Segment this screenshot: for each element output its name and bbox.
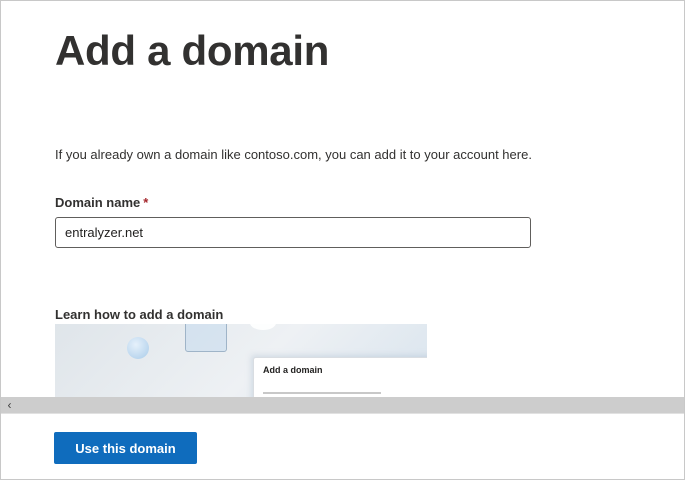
thumbnail-title: Add a domain — [263, 365, 323, 375]
thumbnail-window-preview: Add a domain — [253, 357, 427, 398]
decorative-bubble-small — [250, 324, 276, 330]
domain-name-input[interactable] — [55, 217, 531, 248]
app-window: Add a domain If you already own a domain… — [0, 0, 685, 480]
decorative-bubble — [127, 337, 149, 359]
learn-heading: Learn how to add a domain — [55, 307, 224, 322]
decorative-window — [185, 324, 227, 352]
intro-text: If you already own a domain like contoso… — [55, 147, 532, 162]
page-title: Add a domain — [55, 27, 330, 74]
horizontal-scrollbar[interactable]: ‹ — [1, 397, 684, 413]
domain-name-label-text: Domain name — [55, 195, 141, 210]
video-thumbnail[interactable]: Add a domain — [55, 324, 427, 398]
footer-divider — [1, 413, 684, 414]
use-this-domain-button[interactable]: Use this domain — [54, 432, 197, 464]
thumbnail-text-line — [263, 392, 381, 394]
scroll-left-icon[interactable]: ‹ — [1, 397, 18, 413]
domain-name-label: Domain name * — [55, 195, 148, 210]
required-marker: * — [143, 195, 149, 210]
